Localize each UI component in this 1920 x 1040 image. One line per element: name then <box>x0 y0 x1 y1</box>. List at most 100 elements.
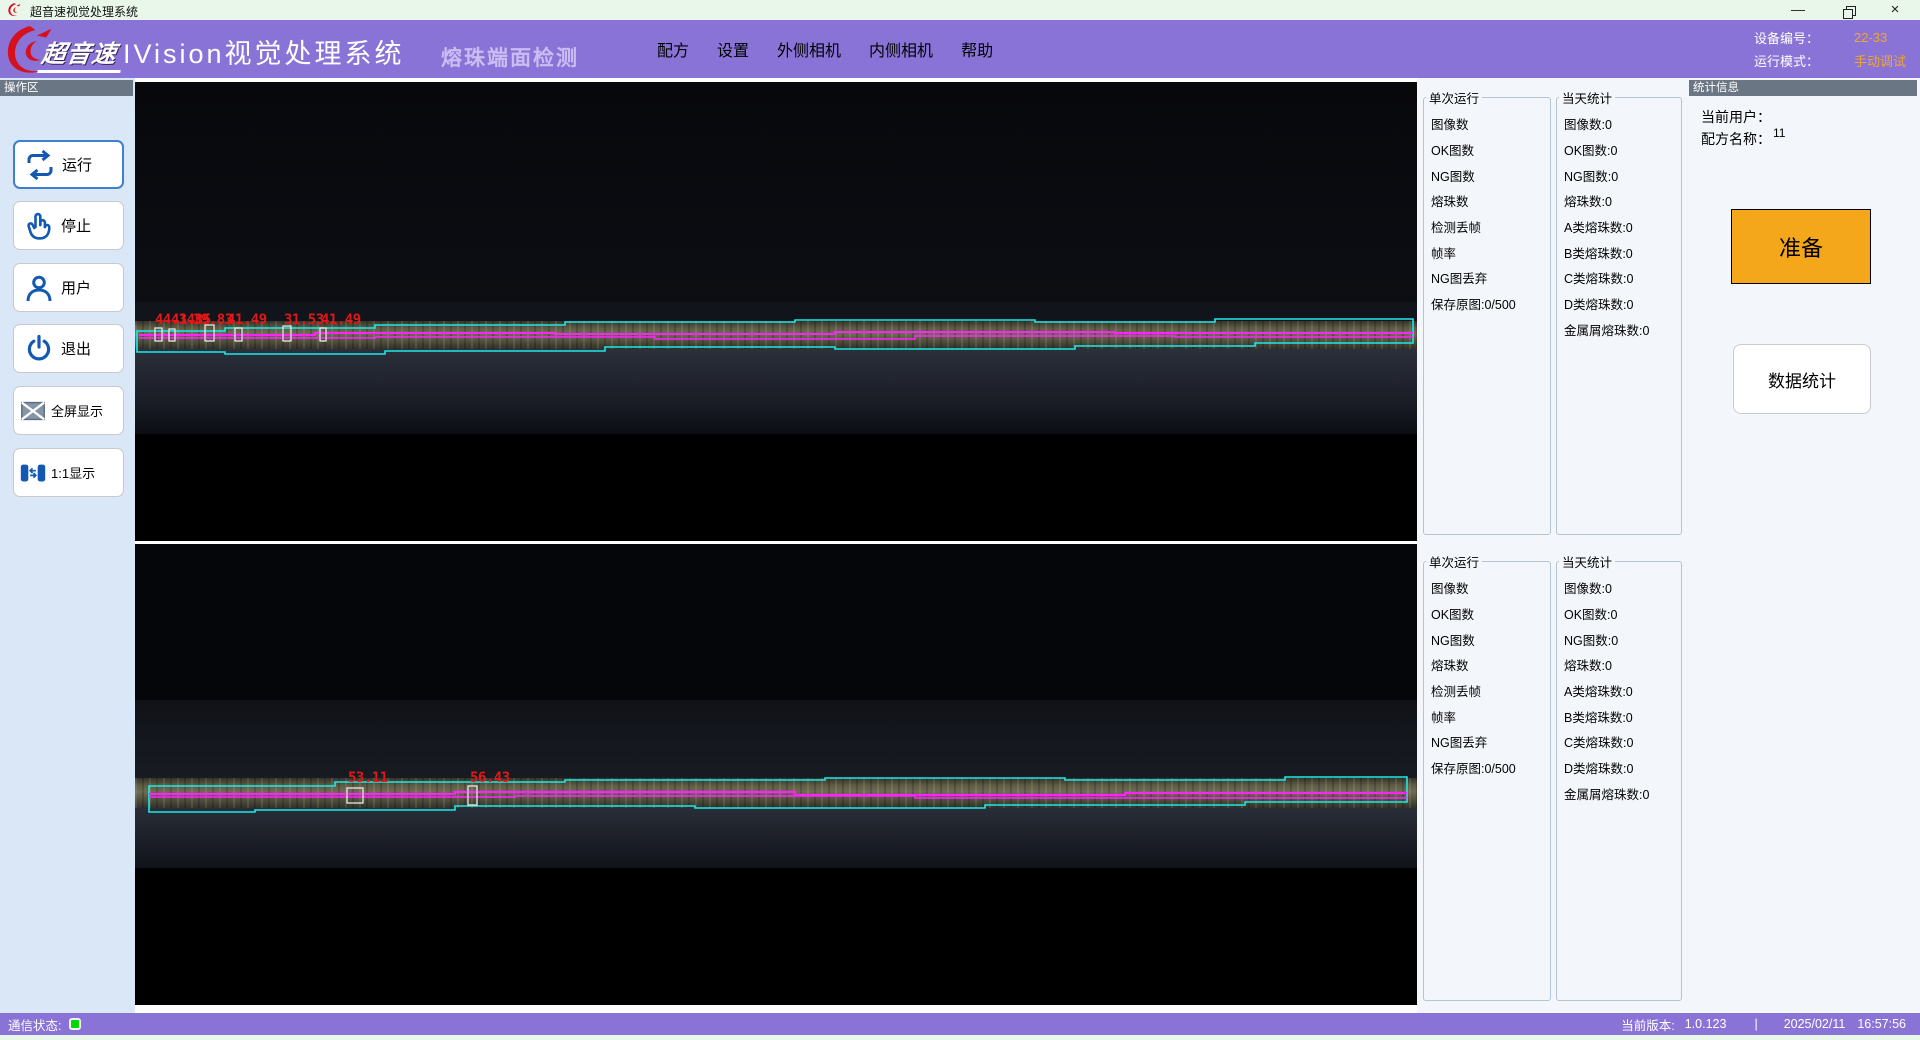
operation-sidebar: 操作区 运行 <box>0 78 135 1013</box>
restore-icon[interactable] <box>1831 0 1865 20</box>
stat-row: D类熔珠数:0 <box>1564 291 1681 317</box>
stat-row: NG图数 <box>1431 626 1550 652</box>
status-time: 16:57:56 <box>1857 1017 1906 1031</box>
info-panel-caption: 统计信息 <box>1689 80 1917 96</box>
stat-row: 图像数 <box>1431 575 1550 601</box>
fullscreen-icon <box>18 396 48 426</box>
run-mode-value: 手动调试 <box>1854 51 1906 70</box>
stat-row: NG图丢弃 <box>1431 265 1550 291</box>
current-user-label: 当前用户： <box>1701 107 1771 127</box>
comm-status: 通信状态: <box>8 1013 81 1035</box>
stat-row: 图像数 <box>1431 111 1550 137</box>
menu-item-help[interactable]: 帮助 <box>959 35 995 63</box>
brand-logo-text: 超音速 <box>37 34 125 73</box>
power-icon <box>23 333 55 365</box>
recipe-name-label: 配方名称： <box>1701 129 1771 149</box>
stat-row: OK图数:0 <box>1564 137 1681 163</box>
stat-row: 检测丢帧 <box>1431 678 1550 704</box>
version-value: 1.0.123 <box>1685 1017 1727 1031</box>
menu-item-settings[interactable]: 设置 <box>715 35 751 63</box>
stat-row: NG图数:0 <box>1564 626 1681 652</box>
data-statistics-button[interactable]: 数据统计 <box>1733 344 1871 414</box>
menu-item-inner-camera[interactable]: 内侧相机 <box>867 35 935 63</box>
stat-row: 金属屑熔珠数:0 <box>1564 781 1681 807</box>
main-area: 操作区 运行 <box>0 78 1920 1013</box>
device-info: 设备编号： 22-33 运行模式： 手动调试 <box>1754 26 1906 72</box>
outer-camera-view[interactable]: 44.34 41.85 39.83 41.49 31.53 41.49 <box>135 82 1417 541</box>
close-icon[interactable]: × <box>1878 0 1912 20</box>
measurement-value: 31.53 <box>284 313 324 327</box>
stop-button[interactable]: 停止 <box>13 201 124 250</box>
user-button[interactable]: 用户 <box>13 263 124 312</box>
one-to-one-icon <box>18 458 48 488</box>
daily-stats-title: 当天统计 <box>1559 88 1615 107</box>
stat-row: 保存原图:0/500 <box>1431 755 1550 781</box>
status-date: 2025/02/11 <box>1784 1017 1846 1031</box>
minimize-icon[interactable]: — <box>1781 0 1815 20</box>
stat-row: C类熔珠数:0 <box>1564 729 1681 755</box>
stat-row: OK图数:0 <box>1564 601 1681 627</box>
stat-row: 熔珠数:0 <box>1564 652 1681 678</box>
single-run-title: 单次运行 <box>1426 88 1482 107</box>
stat-row: 图像数:0 <box>1564 111 1681 137</box>
single-run-title: 单次运行 <box>1426 552 1482 571</box>
stat-row: A类熔珠数:0 <box>1564 214 1681 240</box>
daily-stats-bottom: 当天统计 图像数:0 OK图数:0 NG图数:0 熔珠数:0 A类熔珠数:0 B… <box>1556 552 1682 1001</box>
separator: | <box>1754 1017 1757 1031</box>
window-titlebar: 超音速视觉处理系统 — × <box>0 0 1920 20</box>
single-run-stats-bottom: 单次运行 图像数 OK图数 NG图数 熔珠数 检测丢帧 帧率 NG图丢弃 保存原… <box>1423 552 1551 1001</box>
stat-row: 保存原图:0/500 <box>1431 291 1550 317</box>
stat-row: NG图数 <box>1431 162 1550 188</box>
stat-row: NG图数:0 <box>1564 162 1681 188</box>
version-area: 当前版本: 1.0.123 | 2025/02/11 16:57:56 <box>1621 1013 1906 1035</box>
inner-detection-overlay <box>135 544 1417 1005</box>
daily-stats-title: 当天统计 <box>1559 552 1615 571</box>
comm-status-label: 通信状态: <box>8 1015 61 1034</box>
inner-camera-view[interactable]: 53.11 56.43 <box>135 544 1417 1005</box>
app-logo-icon <box>7 2 22 17</box>
stat-row: B类熔珠数:0 <box>1564 703 1681 729</box>
stat-row: OK图数 <box>1431 601 1550 627</box>
device-number-value: 22-33 <box>1854 30 1887 45</box>
sidebar-caption: 操作区 <box>0 80 133 96</box>
stat-row: A类熔珠数:0 <box>1564 678 1681 704</box>
sync-icon <box>24 149 56 181</box>
single-run-stats-top: 单次运行 图像数 OK图数 NG图数 熔珠数 检测丢帧 帧率 NG图丢弃 保存原… <box>1423 88 1551 535</box>
one-to-one-button-label: 1:1显示 <box>51 463 95 482</box>
user-icon <box>23 272 55 304</box>
stat-row: D类熔珠数:0 <box>1564 755 1681 781</box>
stat-row: 熔珠数:0 <box>1564 188 1681 214</box>
hand-icon <box>23 210 55 242</box>
device-number-label: 设备编号： <box>1754 28 1842 47</box>
measurement-value: 53.11 <box>348 771 388 785</box>
measurement-value: 41.49 <box>227 313 267 327</box>
stop-button-label: 停止 <box>61 215 91 236</box>
app-title: IVision视觉处理系统 <box>123 32 405 71</box>
stat-row: 熔珠数 <box>1431 188 1550 214</box>
stat-row: C类熔珠数:0 <box>1564 265 1681 291</box>
measurement-value: 41.49 <box>321 313 361 327</box>
daily-stats-top: 当天统计 图像数:0 OK图数:0 NG图数:0 熔珠数:0 A类熔珠数:0 B… <box>1556 88 1682 535</box>
main-menu: 配方 设置 外侧相机 内侧相机 帮助 <box>655 20 995 78</box>
stat-row: 帧率 <box>1431 239 1550 265</box>
exit-button[interactable]: 退出 <box>13 324 124 373</box>
fullscreen-button[interactable]: 全屏显示 <box>13 386 124 435</box>
window-edge <box>0 1035 1920 1040</box>
stat-row: 金属屑熔珠数:0 <box>1564 317 1681 343</box>
stat-row: 图像数:0 <box>1564 575 1681 601</box>
measurement-value: 56.43 <box>470 771 510 785</box>
app-subtitle: 熔珠端面检测 <box>441 42 579 72</box>
run-button-label: 运行 <box>62 154 92 175</box>
window-title: 超音速视觉处理系统 <box>30 3 138 20</box>
stat-row: 帧率 <box>1431 703 1550 729</box>
comm-status-indicator <box>69 1018 81 1030</box>
version-label: 当前版本: <box>1621 1015 1674 1034</box>
menu-item-outer-camera[interactable]: 外侧相机 <box>775 35 843 63</box>
one-to-one-button[interactable]: 1:1显示 <box>13 448 124 497</box>
stat-row: 检测丢帧 <box>1431 214 1550 240</box>
menu-item-recipe[interactable]: 配方 <box>655 35 691 63</box>
user-button-label: 用户 <box>61 277 91 298</box>
ready-button[interactable]: 准备 <box>1731 209 1871 284</box>
run-mode-label: 运行模式： <box>1754 51 1842 70</box>
run-button[interactable]: 运行 <box>13 140 124 189</box>
